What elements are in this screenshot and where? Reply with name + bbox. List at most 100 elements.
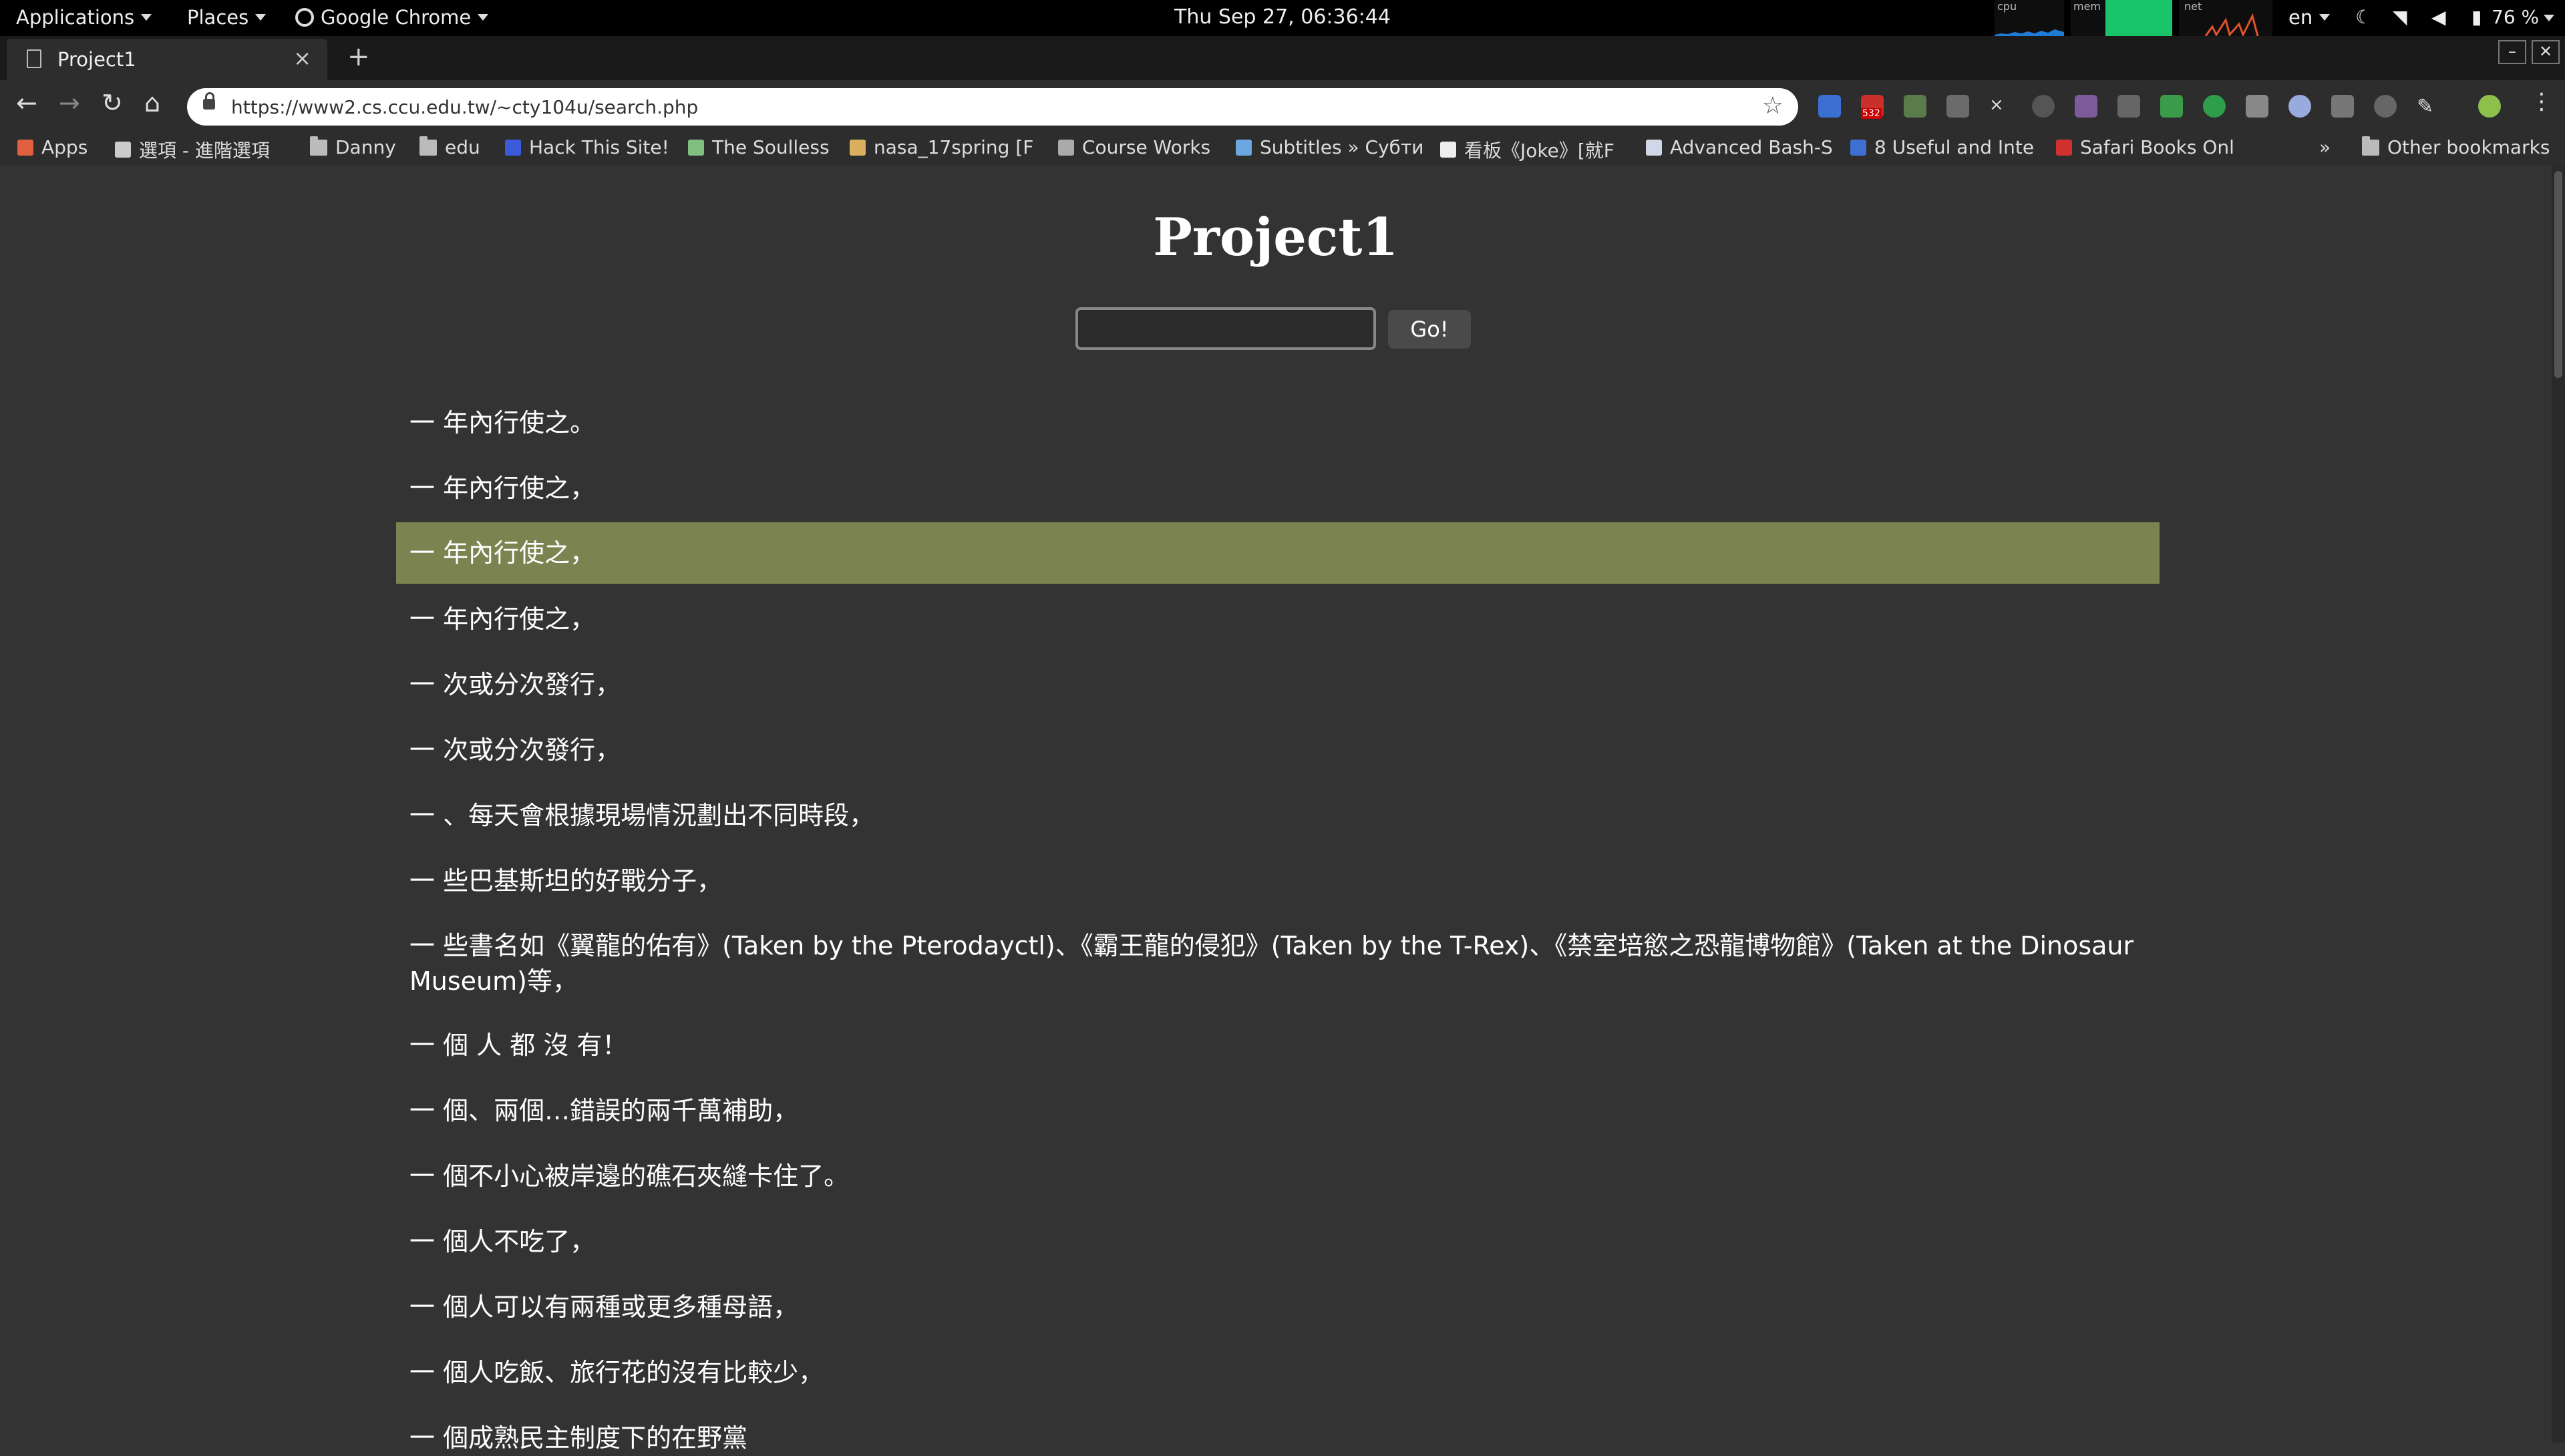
clock[interactable]: Thu Sep 27, 06:36:44 (1109, 5, 1456, 29)
search-input[interactable] (1075, 307, 1376, 350)
result-item: 一 些書名如《翼龍的佑有》(Taken by the Pterodayctl)、… (409, 931, 2134, 996)
web-extension-icon[interactable] (2288, 95, 2311, 118)
bookmark-label: Safari Books Onl (2080, 136, 2234, 158)
bookmark-item[interactable]: Apps (17, 136, 88, 158)
result-item: 一 年內行使之， (409, 604, 596, 634)
glasses-extension-icon[interactable] (2075, 95, 2097, 118)
bookmark-item[interactable]: Advanced Bash-S (1646, 136, 1833, 158)
check-extension-icon[interactable] (2160, 95, 2183, 118)
circle-extension-icon[interactable] (2032, 95, 2055, 118)
script-extension-icon[interactable]: ✎ (2417, 95, 2439, 118)
app-menu-label: Google Chrome (321, 6, 472, 29)
bookmark-label: 8 Useful and Inte (1874, 136, 2035, 158)
bookmark-item[interactable]: edu (419, 136, 480, 158)
bookmark-label: Hack This Site! (529, 136, 669, 158)
result-item: 一 個人不吃了， (409, 1227, 596, 1256)
applications-label: Applications (16, 6, 135, 29)
bookmark-item[interactable]: 選項 - 進階選項 (115, 136, 270, 163)
bookmark-item[interactable]: 看板《Joke》[就F (1440, 136, 1614, 163)
result-item: 一 、每天會根據現場情況劃出不同時段， (409, 801, 875, 830)
result-item: 一 次或分次發行， (409, 735, 621, 765)
result-item: 一 些巴基斯坦的好戰分子， (409, 866, 723, 896)
new-tab-button[interactable]: + (347, 41, 370, 72)
battery-icon[interactable]: ▮ (2471, 6, 2482, 28)
bookmark-item[interactable]: nasa_17spring [F (850, 136, 1033, 158)
other-bookmarks-folder[interactable]: Other bookmarks (2362, 136, 2550, 158)
reload-icon[interactable]: ↻ (102, 88, 123, 118)
home-icon[interactable]: ⌂ (144, 88, 160, 118)
language-menu[interactable]: en (2288, 6, 2331, 29)
scrollbar-thumb[interactable] (2554, 171, 2562, 378)
result-item: 一 個、兩個…錯誤的兩千萬補助， (409, 1096, 799, 1125)
apps-grid-icon (17, 139, 33, 156)
volume-icon[interactable]: ◀ (2431, 6, 2446, 28)
net-monitor: net (2179, 0, 2272, 36)
gmail-extension-icon[interactable]: 532 (1861, 95, 1884, 119)
other-bookmarks-label: Other bookmarks (2387, 136, 2550, 158)
bookmarks-overflow-button[interactable]: » (2319, 136, 2331, 158)
address-bar[interactable]: https://www2.cs.ccu.edu.tw/~cty104u/sear… (187, 88, 1798, 126)
bookmark-item[interactable]: 8 Useful and Inte (1850, 136, 2034, 158)
page-title: Project1 (1153, 207, 1399, 268)
bookmark-star-icon[interactable]: ☆ (1762, 92, 1783, 120)
chevron-down-icon[interactable] (2544, 15, 2554, 21)
forward-icon[interactable]: → (59, 88, 80, 118)
translate-extension-icon[interactable] (1818, 95, 1841, 118)
wifi-icon[interactable]: ◥ (2393, 6, 2407, 28)
result-item: 一 年內行使之， (396, 522, 2160, 584)
bookmark-item[interactable]: Safari Books Onl (2056, 136, 2234, 158)
system-top-bar: Applications Places Google Chrome Thu Se… (0, 0, 2565, 36)
places-label: Places (187, 6, 249, 29)
document-icon (27, 49, 41, 68)
bookmark-item[interactable]: Hack This Site! (505, 136, 669, 158)
back-icon[interactable]: ← (16, 88, 37, 118)
x-extension-icon[interactable]: × (1989, 95, 2012, 118)
result-item: 一 個成熟民主制度下的在野黨 (409, 1423, 748, 1453)
m-icon (1850, 139, 1866, 156)
mem-label: mem (2073, 0, 2101, 13)
rocket-extension-icon[interactable] (1946, 95, 1969, 118)
go-button[interactable]: Go! (1388, 310, 1471, 349)
result-item: 一 個人吃飯、旅行花的沒有比較少， (409, 1358, 824, 1387)
sync-extension-icon[interactable] (2374, 95, 2397, 118)
bookmark-label: 看板《Joke》[就F (1464, 140, 1614, 162)
binary-extension-icon[interactable] (2246, 95, 2268, 118)
profile-avatar[interactable] (2478, 95, 2501, 118)
app-menu[interactable]: Google Chrome (295, 6, 489, 29)
leaf-icon (688, 139, 704, 156)
url-text[interactable]: https://www2.cs.ccu.edu.tw/~cty104u/sear… (231, 96, 698, 118)
bookmark-item[interactable]: Danny (310, 136, 396, 158)
badge-count: 532 (1861, 108, 1882, 119)
bookmark-item[interactable]: Subtitles » Субти (1236, 136, 1423, 158)
bookmark-item[interactable]: The Soulless (688, 136, 830, 158)
result-item: 一 個不小心被岸邊的礁石夾縫卡住了。 (409, 1161, 850, 1191)
bookmark-label: Course Works (1082, 136, 1211, 158)
pencil-icon (850, 139, 866, 156)
bookmark-label: 選項 - 進階選項 (139, 140, 270, 162)
result-item: 一 個人可以有兩種或更多種母語， (409, 1292, 799, 1322)
a-extension-icon[interactable] (2331, 95, 2354, 118)
applications-menu[interactable]: Applications (16, 6, 152, 29)
tab-project1[interactable]: Project1 × (7, 39, 327, 80)
sr-icon (2056, 139, 2072, 156)
green-dot-extension-icon[interactable] (2203, 95, 2226, 118)
minimize-icon[interactable]: – (2498, 40, 2526, 64)
tools-extension-icon[interactable] (2117, 95, 2140, 118)
kebab-menu-icon[interactable]: ⋮ (2530, 88, 2553, 115)
night-light-icon[interactable]: ☾ (2355, 6, 2372, 28)
mem-monitor: mem (2071, 0, 2172, 36)
close-tab-icon[interactable]: × (293, 45, 311, 71)
result-item: 一 個 人 都 沒 有！ (409, 1031, 628, 1060)
window-icon (1646, 139, 1662, 156)
hts-icon (505, 139, 521, 156)
net-graph (2204, 13, 2259, 36)
close-window-icon[interactable]: ✕ (2532, 40, 2560, 64)
lock-icon[interactable] (203, 92, 215, 110)
bookmark-item[interactable]: Course Works (1058, 136, 1210, 158)
battery-label: 76 % (2492, 6, 2540, 28)
result-item: 一 年內行使之。 (409, 408, 596, 437)
puzzle-extension-icon[interactable] (1904, 95, 1926, 118)
places-menu[interactable]: Places (187, 6, 267, 29)
chrome-icon (295, 8, 314, 27)
gear-icon (115, 142, 131, 158)
